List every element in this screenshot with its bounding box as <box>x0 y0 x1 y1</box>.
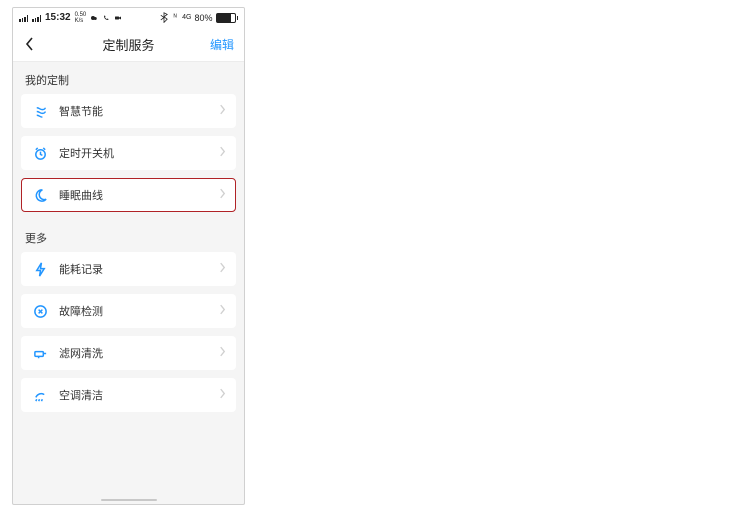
item-smart-energy[interactable]: 智慧节能 <box>21 94 236 128</box>
section-my-title: 我的定制 <box>13 62 244 94</box>
chevron-left-icon <box>25 36 35 52</box>
status-bar: 15:32 0.50 K/s ᴺ <box>13 8 244 27</box>
nav-bar: 定制服务 编辑 <box>13 27 244 62</box>
status-speed: 0.50 K/s <box>75 12 87 24</box>
net-label: 4G <box>182 14 191 21</box>
energy-icon <box>31 102 49 120</box>
chevron-right-icon <box>219 386 226 404</box>
signal-1-icon <box>19 14 28 22</box>
tray-phone-icon <box>102 14 110 22</box>
chevron-right-icon <box>219 260 226 278</box>
chevron-right-icon <box>219 144 226 162</box>
battery-icon <box>216 13 239 23</box>
wrench-icon <box>31 302 49 320</box>
item-timer[interactable]: 定时开关机 <box>21 136 236 170</box>
item-label: 定时开关机 <box>59 145 114 161</box>
chevron-right-icon <box>219 186 226 204</box>
content: 我的定制 智慧节能 定时开关机 睡眠曲线 <box>13 62 244 426</box>
item-label: 空调清洁 <box>59 387 103 403</box>
item-label: 智慧节能 <box>59 103 103 119</box>
status-left: 15:32 0.50 K/s <box>19 12 122 24</box>
item-label: 睡眠曲线 <box>59 187 103 203</box>
item-consumption[interactable]: 能耗记录 <box>21 252 236 286</box>
moon-icon <box>31 186 49 204</box>
item-label: 能耗记录 <box>59 261 103 277</box>
bluetooth-icon <box>160 14 168 22</box>
home-indicator <box>101 499 157 502</box>
section-more-title: 更多 <box>13 220 244 252</box>
chevron-right-icon <box>219 302 226 320</box>
item-fault[interactable]: 故障检测 <box>21 294 236 328</box>
phone-frame: 15:32 0.50 K/s ᴺ <box>12 7 245 505</box>
status-right: ᴺ 4G 80% <box>160 13 238 23</box>
status-time: 15:32 <box>45 12 71 23</box>
item-label: 滤网清洗 <box>59 345 103 361</box>
signal-2-icon <box>32 14 41 22</box>
nfc-icon: ᴺ <box>171 14 179 22</box>
item-sleep-curve[interactable]: 睡眠曲线 <box>21 178 236 212</box>
battery-pct: 80% <box>194 13 212 23</box>
bolt-icon <box>31 260 49 278</box>
clock-icon <box>31 144 49 162</box>
clean-icon <box>31 386 49 404</box>
tray-video-icon <box>114 14 122 22</box>
status-speed-unit: K/s <box>75 18 84 24</box>
item-ac-clean[interactable]: 空调清洁 <box>21 378 236 412</box>
chevron-right-icon <box>219 102 226 120</box>
back-button[interactable] <box>13 36 47 52</box>
tray-wechat-icon <box>90 14 98 22</box>
filter-icon <box>31 344 49 362</box>
item-label: 故障检测 <box>59 303 103 319</box>
chevron-right-icon <box>219 344 226 362</box>
edit-button[interactable]: 编辑 <box>210 36 234 53</box>
item-filter-clean[interactable]: 滤网清洗 <box>21 336 236 370</box>
